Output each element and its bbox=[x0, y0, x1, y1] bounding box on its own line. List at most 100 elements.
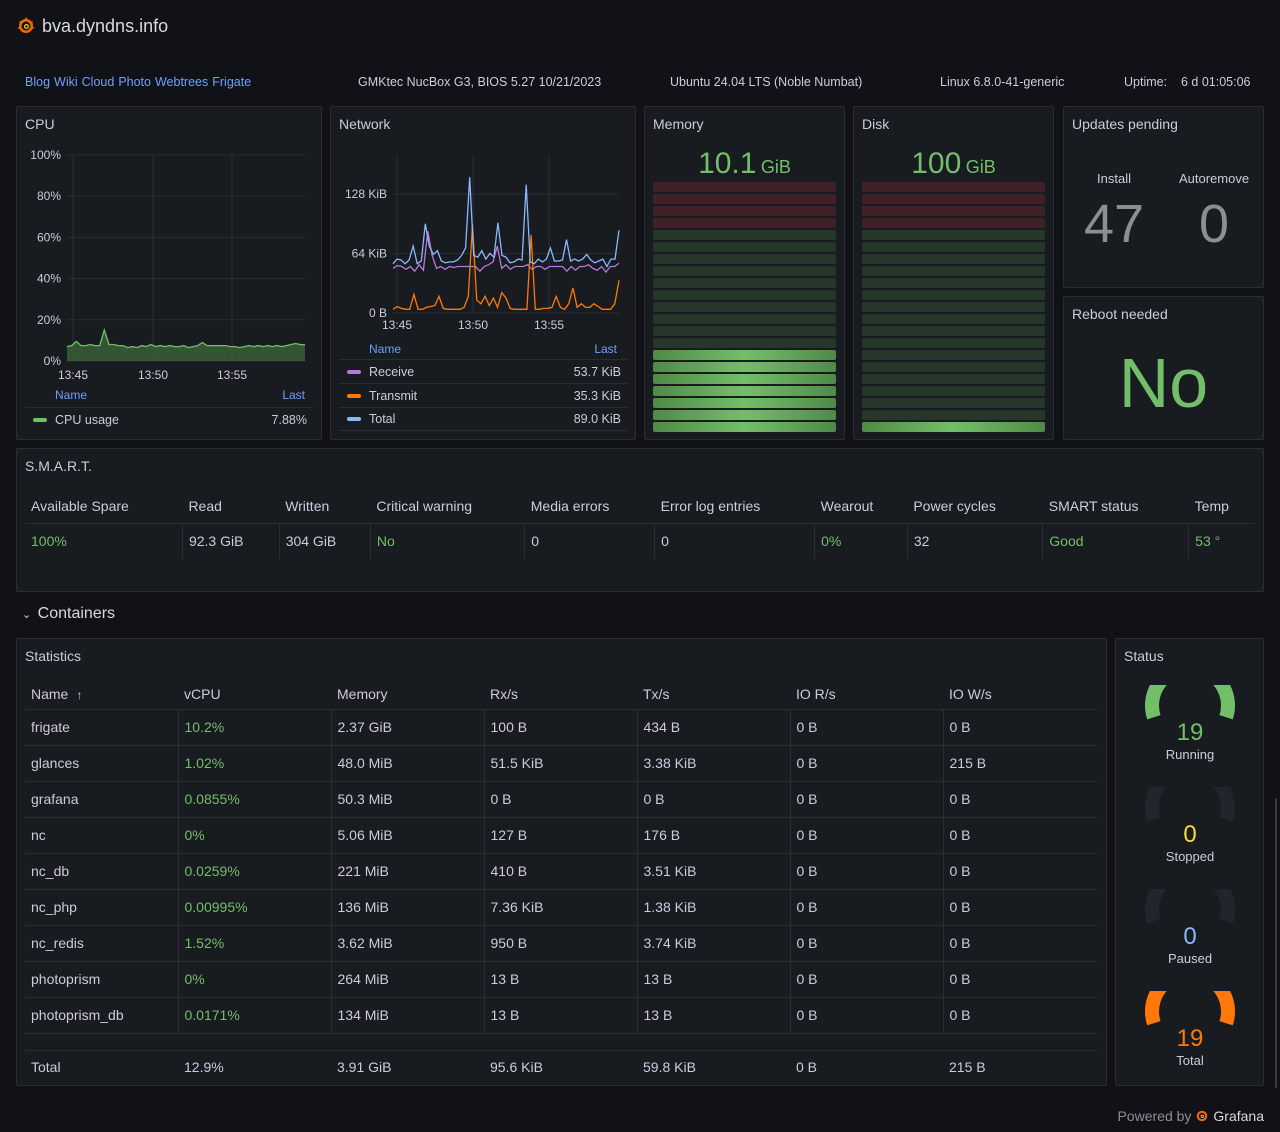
receive-last: 53.7 KiB bbox=[573, 364, 621, 379]
cpu-panel-title[interactable]: CPU bbox=[25, 116, 55, 132]
link-frigate[interactable]: Frigate bbox=[212, 75, 251, 89]
uptime-label: Uptime: bbox=[1124, 75, 1168, 89]
powered-by-footer[interactable]: Powered by Grafana bbox=[1117, 1108, 1264, 1124]
gauge-track bbox=[1145, 787, 1235, 822]
cpu-chart[interactable]: 0% 20% 40% 60% 80% 100% 13:45 13:50 13:55 bbox=[17, 143, 323, 383]
network-legend-name-header[interactable]: Name bbox=[369, 342, 401, 356]
network-legend-last-header[interactable]: Last bbox=[594, 342, 617, 356]
column-label: vCPU bbox=[184, 685, 221, 702]
statistics-column-header[interactable]: vCPU bbox=[178, 679, 331, 710]
link-blog[interactable]: Blog bbox=[25, 75, 50, 89]
cpu-x-tick: 13:45 bbox=[58, 368, 88, 382]
gauge-label: Running bbox=[1165, 747, 1215, 762]
container-row[interactable]: glances 1.02% 48.0 MiB 51.5 KiB 3.38 KiB 0 B2… bbox=[25, 745, 1098, 782]
grafana-logo-icon bbox=[1197, 1110, 1208, 1122]
memory-panel: Memory 10.1 GiB bbox=[644, 106, 845, 440]
container-row[interactable]: nc_db 0.0259% 221 MiB 410 B 3.51 KiB 0 B0 B bbox=[25, 853, 1098, 890]
container-metric-cell: 13 B bbox=[484, 961, 638, 998]
reboot-panel-title[interactable]: Reboot needed bbox=[1072, 306, 1168, 322]
memory-gauge-cell bbox=[653, 302, 836, 312]
receive-swatch bbox=[347, 369, 361, 374]
container-metric-cell: 0 B bbox=[943, 817, 1098, 854]
smart-column-header[interactable]: Written bbox=[279, 489, 371, 524]
network-panel-title[interactable]: Network bbox=[339, 116, 390, 132]
network-legend-row-total[interactable]: Total 89.0 KiB bbox=[339, 407, 627, 431]
total-cell: 215 B bbox=[943, 1049, 1098, 1084]
statistics-panel-title[interactable]: Statistics bbox=[25, 648, 81, 664]
cpu-legend-name-header[interactable]: Name bbox=[55, 388, 87, 402]
disk-panel-title[interactable]: Disk bbox=[862, 116, 889, 132]
containers-row-toggle[interactable]: ⌄ Containers bbox=[22, 605, 115, 623]
statistics-column-header[interactable]: IO R/s bbox=[790, 679, 943, 710]
disk-gauge-cell bbox=[862, 254, 1045, 264]
container-row[interactable]: nc 0% 5.06 MiB 127 B 176 B0 B0 B bbox=[25, 817, 1098, 854]
container-metric-cell: 0 B bbox=[790, 709, 944, 746]
container-metric-cell: 0 B bbox=[943, 889, 1098, 926]
network-y-tick: 128 KiB bbox=[345, 187, 387, 201]
smart-column-header[interactable]: Wearout bbox=[814, 489, 908, 524]
container-row[interactable]: nc_redis 1.52% 3.62 MiB 950 B 3.74 KiB 0 B0 B bbox=[25, 925, 1098, 962]
hardware-info: GMKtec NucBox G3, BIOS 5.27 10/21/2023 bbox=[358, 75, 602, 89]
network-x-tick: 13:50 bbox=[458, 318, 488, 332]
status-panel-title[interactable]: Status bbox=[1124, 648, 1164, 664]
dashboard-title[interactable]: bva.dyndns.info bbox=[42, 16, 168, 37]
smart-panel-title[interactable]: S.M.A.R.T. bbox=[25, 458, 92, 474]
container-name-cell: photoprism bbox=[25, 961, 179, 998]
container-row[interactable]: photoprism_db 0.0171% 134 MiB 13 B 13 B0 B0 … bbox=[25, 997, 1098, 1034]
link-photo[interactable]: Photo bbox=[118, 75, 151, 89]
link-webtrees[interactable]: Webtrees bbox=[155, 75, 208, 89]
cpu-legend-row[interactable]: CPU usage 7.88% bbox=[25, 407, 313, 431]
container-name-cell: nc_db bbox=[25, 853, 179, 890]
smart-column-header[interactable]: Error log entries bbox=[654, 489, 815, 524]
install-value: 47 bbox=[1083, 194, 1145, 254]
link-wiki[interactable]: Wiki bbox=[54, 75, 78, 89]
container-row[interactable]: photoprism 0% 264 MiB 13 B 13 B0 B0 B bbox=[25, 961, 1098, 998]
smart-column-header[interactable]: SMART status bbox=[1042, 489, 1189, 524]
network-chart[interactable]: 0 B64 KiB128 KiB13:45 13:50 13:55 bbox=[331, 143, 637, 341]
reboot-panel: Reboot needed No bbox=[1063, 296, 1264, 440]
column-label: Memory bbox=[337, 685, 388, 702]
transmit-last: 35.3 KiB bbox=[573, 388, 621, 403]
disk-gauge-cell bbox=[862, 422, 1045, 432]
memory-gauge-cell bbox=[653, 374, 836, 384]
statistics-column-header[interactable]: IO W/s bbox=[943, 679, 1098, 710]
statistics-column-header[interactable]: Rx/s bbox=[484, 679, 637, 710]
autoremove-value: 0 bbox=[1198, 194, 1230, 254]
smart-column-header[interactable]: Available Spare bbox=[25, 489, 183, 524]
cpu-legend-last-header[interactable]: Last bbox=[282, 388, 305, 402]
statistics-column-header[interactable]: Tx/s bbox=[637, 679, 790, 710]
link-cloud[interactable]: Cloud bbox=[82, 75, 115, 89]
smart-column-header[interactable]: Read bbox=[182, 489, 280, 524]
container-row[interactable]: nc_php 0.00995% 136 MiB 7.36 KiB 1.38 KiB 0 B… bbox=[25, 889, 1098, 926]
disk-gauge-cell bbox=[862, 218, 1045, 228]
disk-gauge-cell bbox=[862, 326, 1045, 336]
network-x-tick: 13:55 bbox=[534, 318, 564, 332]
smart-column-header[interactable]: Media errors bbox=[524, 489, 655, 524]
container-name-cell: glances bbox=[25, 745, 179, 782]
container-metric-cell: 50.3 MiB bbox=[331, 781, 485, 818]
container-row[interactable]: grafana 0.0855% 50.3 MiB 0 B0 B0 B0 B bbox=[25, 781, 1098, 818]
disk-gauge-cell bbox=[862, 194, 1045, 204]
network-legend-row-transmit[interactable]: Transmit 35.3 KiB bbox=[339, 383, 627, 407]
smart-column-header[interactable]: Temp bbox=[1188, 489, 1255, 524]
reboot-value: No bbox=[1118, 344, 1209, 422]
statistics-column-header[interactable]: Name ↑ bbox=[25, 679, 178, 710]
cpu-series-swatch bbox=[33, 417, 47, 422]
smart-cell: Good bbox=[1042, 523, 1190, 559]
updates-panel-title[interactable]: Updates pending bbox=[1072, 116, 1178, 132]
network-receive-line bbox=[392, 231, 620, 274]
disk-gauge-cell bbox=[862, 290, 1045, 300]
smart-column-header[interactable]: Critical warning bbox=[370, 489, 525, 524]
container-row[interactable]: frigate 10.2% 2.37 GiB 100 B 434 B0 B0 B bbox=[25, 709, 1098, 746]
container-metric-cell: 215 B bbox=[943, 745, 1098, 782]
memory-gauge-cell bbox=[653, 194, 836, 204]
memory-panel-title[interactable]: Memory bbox=[653, 116, 704, 132]
container-metric-cell: 0 B bbox=[484, 781, 638, 818]
container-metric-cell: 48.0 MiB bbox=[331, 745, 485, 782]
network-x-tick: 13:45 bbox=[382, 318, 412, 332]
network-legend-row-receive[interactable]: Receive 53.7 KiB bbox=[339, 359, 627, 383]
statistics-column-header[interactable]: Memory bbox=[331, 679, 484, 710]
smart-column-header[interactable]: Power cycles bbox=[907, 489, 1043, 524]
page-scrollbar[interactable] bbox=[1275, 798, 1277, 1088]
total-cell: 12.9% bbox=[178, 1049, 331, 1084]
